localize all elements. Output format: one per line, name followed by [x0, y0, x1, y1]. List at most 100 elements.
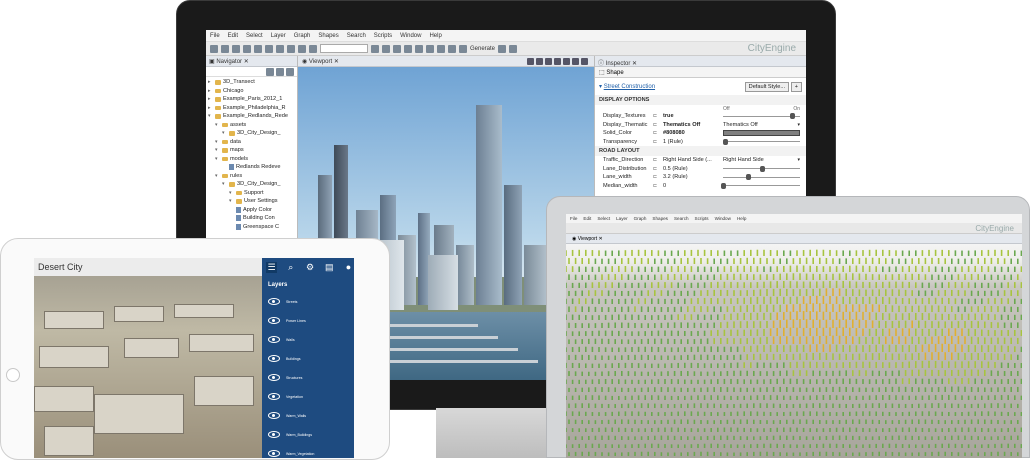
attribute-value[interactable]: #808080 — [663, 130, 723, 136]
laptop-menu-edit[interactable]: Edit — [583, 216, 591, 221]
attribute-value[interactable]: 1 (Rule) — [663, 139, 723, 145]
expand-chevron-icon[interactable]: ▾ — [229, 197, 234, 206]
toolbar-search-input[interactable] — [320, 44, 368, 53]
attribute-combo[interactable]: Right Hand Side — [723, 157, 764, 163]
shadows-icon[interactable] — [554, 58, 561, 65]
delete-models-icon[interactable] — [509, 44, 518, 53]
open-folder-icon[interactable] — [221, 44, 229, 53]
polygon-tool-icon[interactable] — [382, 44, 390, 53]
attribute-widget[interactable] — [723, 130, 800, 137]
laptop-menu-scripts[interactable]: Scripts — [695, 216, 709, 221]
link-editor-icon[interactable] — [276, 68, 284, 76]
laptop-menu-window[interactable]: Window — [715, 216, 731, 221]
laptop-menu-select[interactable]: Select — [597, 216, 610, 221]
expand-chevron-icon[interactable]: ▾ — [222, 180, 227, 189]
layer-item[interactable]: Warm_Buildings — [262, 425, 354, 444]
attribute-value[interactable]: Right Hand Side (... — [663, 157, 723, 163]
tree-item[interactable]: ▸ Chicago — [206, 87, 297, 96]
laptop-viewport-tab[interactable]: ◉ Viewport ✕ — [566, 234, 1022, 244]
attribute-value[interactable]: 0 — [663, 183, 723, 189]
tree-item[interactable]: ▾ assets — [206, 121, 297, 130]
star-icon[interactable] — [581, 58, 588, 65]
new-file-icon[interactable] — [210, 44, 218, 53]
expand-chevron-icon[interactable]: ▾ — [215, 146, 220, 155]
expand-chevron-icon[interactable]: ▾ — [215, 155, 220, 164]
eye-icon[interactable] — [268, 298, 280, 305]
cut-icon[interactable] — [243, 44, 251, 53]
laptop-menu-file[interactable]: File — [570, 216, 577, 221]
layer-item[interactable]: Warm_Walls — [262, 406, 354, 425]
tree-item[interactable]: ▸ 3D_Transect — [206, 78, 297, 87]
connection-icon[interactable]: ⊏ — [653, 130, 663, 136]
attribute-widget[interactable]: Right Hand Side ▾ — [723, 157, 800, 163]
attribute-widget[interactable] — [723, 165, 800, 172]
attribute-widget[interactable] — [723, 174, 800, 181]
paste-icon[interactable] — [265, 44, 273, 53]
chevron-down-icon[interactable]: ▾ — [797, 157, 800, 163]
save-icon[interactable] — [232, 44, 240, 53]
expand-chevron-icon[interactable]: ▾ — [215, 121, 220, 130]
tree-item[interactable]: ▸ Example_Philadelphia_R — [206, 104, 297, 113]
eye-icon[interactable] — [268, 412, 280, 419]
monitor-menu-select[interactable]: Select — [246, 33, 263, 39]
layer-item[interactable]: Power Lines — [262, 311, 354, 330]
tree-item[interactable]: Apply Color — [206, 206, 297, 215]
monitor-menu-help[interactable]: Help — [429, 33, 441, 39]
tree-item[interactable]: ▾ maps — [206, 146, 297, 155]
attribute-value[interactable]: Thematics Off — [663, 122, 723, 128]
tree-item[interactable]: Greenspace C — [206, 223, 297, 232]
slider-knob[interactable] — [745, 174, 751, 181]
eye-icon[interactable] — [268, 431, 280, 438]
view-menu-icon[interactable] — [286, 68, 294, 76]
gear-icon[interactable]: ⚙ — [304, 262, 315, 273]
layers-icon[interactable]: ☰ — [266, 261, 278, 273]
rule-link[interactable]: Street Construction — [604, 84, 655, 90]
search-icon[interactable]: ⌕ — [285, 262, 296, 273]
expand-chevron-icon[interactable]: ▾ — [215, 172, 220, 181]
monitor-menu-scripts[interactable]: Scripts — [374, 33, 392, 39]
eye-icon[interactable] — [268, 450, 280, 457]
layer-item[interactable]: Warm_Vegetation — [262, 444, 354, 458]
eye-icon[interactable] — [268, 374, 280, 381]
attribute-value[interactable]: true — [663, 113, 723, 119]
connection-icon[interactable]: ⊏ — [653, 157, 663, 163]
monitor-menu-shapes[interactable]: Shapes — [318, 33, 338, 39]
attribute-widget[interactable]: Off On — [723, 106, 800, 120]
monitor-menu-graph[interactable]: Graph — [294, 33, 311, 39]
section-header[interactable]: ROAD LAYOUT — [595, 146, 806, 156]
tree-item[interactable]: ▸ Example_Paris_2012_1 — [206, 95, 297, 104]
connection-icon[interactable]: ⊏ — [653, 166, 663, 172]
color-swatch[interactable] — [723, 130, 800, 137]
circle-tool-icon[interactable] — [404, 44, 412, 53]
laptop-menu-help[interactable]: Help — [737, 216, 746, 221]
bookmark-icon[interactable] — [572, 58, 579, 65]
connection-icon[interactable]: ⊏ — [653, 139, 663, 145]
expand-chevron-icon[interactable]: ▸ — [208, 95, 213, 104]
connection-icon[interactable]: ⊏ — [653, 113, 663, 119]
tree-item[interactable]: ▾ Support — [206, 189, 297, 198]
select-tool-icon[interactable] — [276, 44, 284, 53]
attribute-widget[interactable] — [722, 138, 800, 145]
collapse-all-icon[interactable] — [266, 68, 274, 76]
inspector-tab[interactable]: ⓘ Inspector ✕ — [595, 56, 806, 67]
expand-chevron-icon[interactable]: ▾ — [208, 112, 213, 121]
tree-item[interactable]: ▾ Example_Redlands_Rede — [206, 112, 297, 121]
expand-chevron-icon[interactable]: ▸ — [208, 87, 213, 96]
layer-item[interactable]: Buildings — [262, 349, 354, 368]
heatmap-terrain-view[interactable] — [566, 244, 1022, 458]
tree-item[interactable]: ▾ 3D_City_Design_ — [206, 129, 297, 138]
camera-icon[interactable] — [563, 58, 570, 65]
connection-icon[interactable]: ⊏ — [653, 174, 663, 180]
shading-icon[interactable] — [527, 58, 534, 65]
default-style-button[interactable]: Default Style... — [744, 81, 790, 92]
move-tool-icon[interactable] — [287, 44, 295, 53]
layer-item[interactable]: Streets — [262, 292, 354, 311]
eye-icon[interactable] — [268, 336, 280, 343]
slider-track[interactable] — [723, 176, 800, 178]
tree-item[interactable]: ▾ rules — [206, 172, 297, 181]
expand-chevron-icon[interactable]: ▸ — [208, 78, 213, 87]
attribute-value[interactable]: 0.5 (Rule) — [663, 166, 723, 172]
monitor-menu-edit[interactable]: Edit — [228, 33, 238, 39]
layer-item[interactable]: Structures — [262, 368, 354, 387]
tree-item[interactable]: ▾ data — [206, 138, 297, 147]
